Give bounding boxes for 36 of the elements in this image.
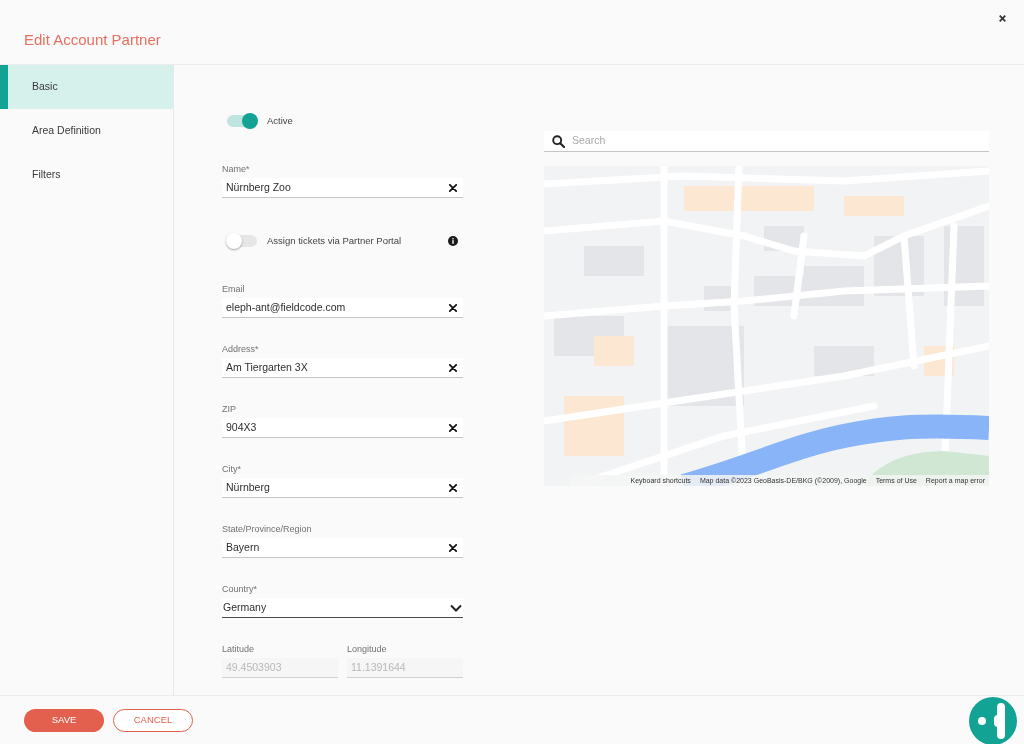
field-label: Name* [222, 163, 251, 175]
dot-and-bar-icon[interactable] [969, 697, 1017, 744]
toggle-label: Active [267, 113, 293, 128]
toggle-switch[interactable] [226, 113, 258, 129]
text-field[interactable]: Nürnberg [222, 478, 463, 498]
field-label: Country* [222, 583, 258, 595]
toggle-switch[interactable] [226, 233, 258, 249]
clear-icon[interactable] [449, 183, 457, 192]
select-field[interactable]: Germany [222, 598, 463, 618]
info-icon[interactable] [448, 236, 458, 246]
field-label: City* [222, 463, 242, 475]
field-label: ZIP [222, 403, 237, 415]
dialog-title: Edit Account Partner [24, 31, 161, 49]
clear-icon[interactable] [449, 363, 457, 372]
sidebar-tab[interactable]: Filters [0, 153, 173, 197]
text-field[interactable]: Am Tiergarten 3X [222, 358, 463, 378]
clear-icon[interactable] [449, 483, 457, 492]
text-field[interactable]: Nürnberg Zoo [222, 178, 463, 198]
text-field[interactable]: eleph-ant@fieldcode.com [222, 298, 463, 318]
field-label: Email [222, 283, 246, 295]
sidebar-tab[interactable]: Basic [0, 65, 173, 109]
sidebar-tab[interactable]: Area Definition [0, 109, 173, 153]
clear-icon[interactable] [449, 303, 457, 312]
text-field[interactable]: 904X3 [222, 418, 463, 438]
field-label: State/Province/Region [222, 523, 313, 535]
cancel-button[interactable]: CANCEL [113, 708, 193, 732]
clear-icon[interactable] [449, 543, 457, 552]
close-icon[interactable] [999, 15, 1006, 22]
toggle-label: Assign tickets via Partner Portal [267, 233, 402, 248]
text-field[interactable]: Bayern [222, 538, 463, 558]
field-label: Longitude [347, 643, 388, 655]
field-label: Address* [222, 343, 260, 355]
search-icon [552, 134, 565, 148]
chevron-down-icon[interactable] [450, 603, 462, 612]
clear-icon[interactable] [449, 423, 457, 432]
field-label: Latitude [222, 643, 256, 655]
